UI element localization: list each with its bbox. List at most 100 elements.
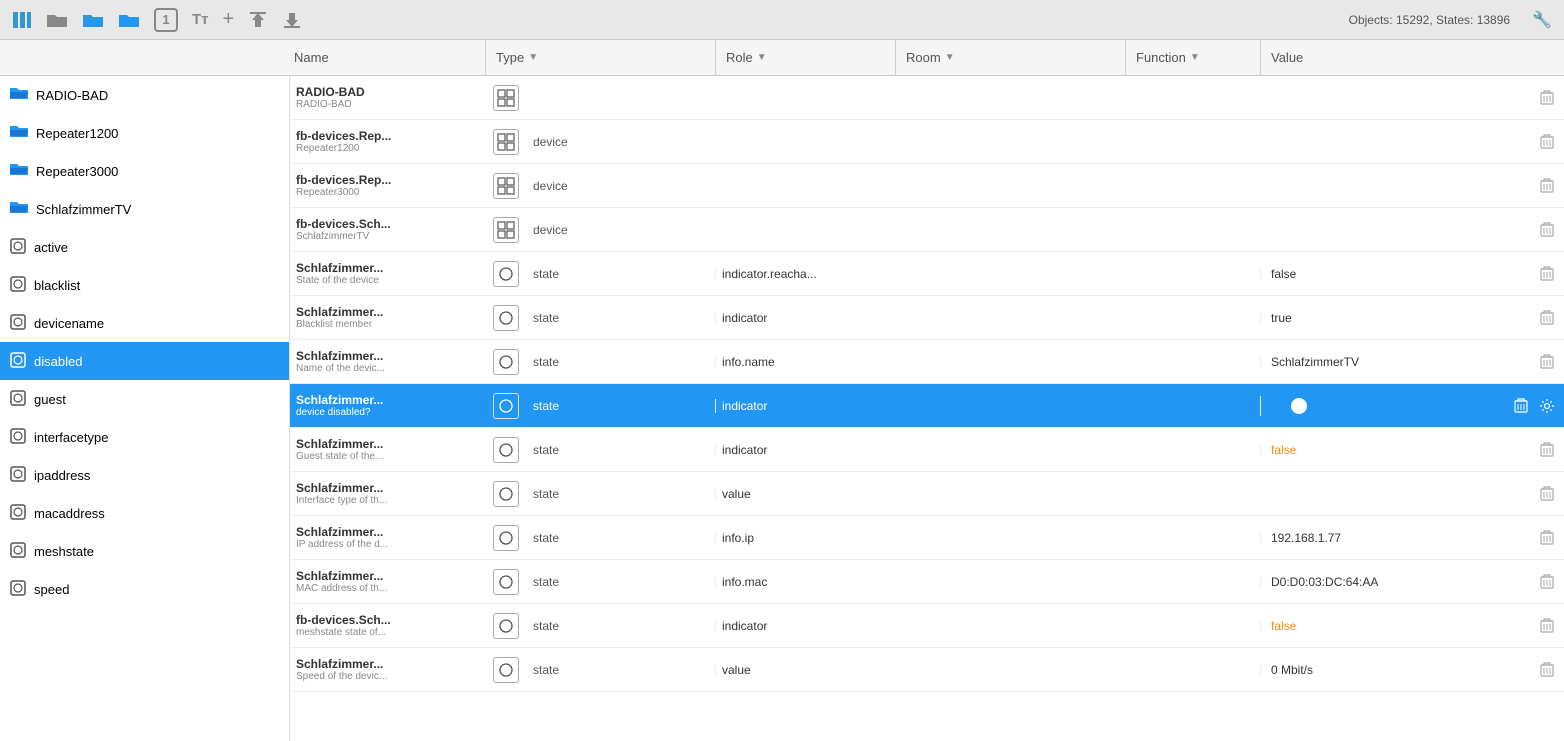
sidebar-item-speed[interactable]: speed [0,570,289,608]
sidebar-item-label-meshstate: meshstate [34,544,94,559]
sidebar-item-devicename[interactable]: devicename [0,304,289,342]
state-icon [493,569,519,595]
table-row[interactable]: fb-devices.Sch...meshstate state of... s… [290,604,1564,648]
delete-button[interactable] [1536,219,1558,241]
value-text: 192.168.1.77 [1271,531,1341,545]
table-row[interactable]: Schlafzimmer...Speed of the devic... sta… [290,648,1564,692]
cell-value: 192.168.1.77 [1260,531,1530,545]
cell-type-label: state [527,663,715,677]
delete-button[interactable] [1536,483,1558,505]
col-header-value: Value [1260,40,1564,75]
cell-role: indicator [715,311,895,325]
toggle-switch[interactable] [1271,396,1309,416]
cell-value: false [1260,267,1530,281]
folder-open-icon[interactable] [82,11,104,29]
cell-name: fb-devices.Rep...Repeater3000 [290,169,485,202]
delete-button[interactable] [1536,307,1558,329]
download-icon[interactable] [282,10,302,30]
row-sub-name: Repeater3000 [296,187,479,198]
cell-type-label: device [527,135,715,149]
cell-type-label: device [527,179,715,193]
add-icon[interactable]: + [223,8,235,31]
table-row[interactable]: Schlafzimmer...device disabled? stateind… [290,384,1564,428]
col-header-room[interactable]: Room ▼ [895,40,1125,75]
sidebar-item-ipaddress[interactable]: ipaddress [0,456,289,494]
delete-button[interactable] [1510,395,1532,417]
cell-role: value [715,663,895,677]
folder-closed-icon[interactable] [46,11,68,29]
sidebar: RADIO-BADRepeater1200Repeater3000 Schlafz… [0,76,290,741]
folder-icon [10,85,28,105]
delete-button[interactable] [1536,131,1558,153]
folder-icon [10,199,28,219]
sidebar-item-interfacetype[interactable]: interfacetype [0,418,289,456]
delete-button[interactable] [1536,263,1558,285]
table-row[interactable]: RADIO-BADRADIO-BAD [290,76,1564,120]
state-icon [10,466,26,485]
sidebar-item-macaddress[interactable]: macaddress [0,494,289,532]
cell-name: Schlafzimmer...Speed of the devic... [290,653,485,686]
sidebar-item-blacklist[interactable]: blacklist [0,266,289,304]
settings-button[interactable] [1536,395,1558,417]
col-header-function[interactable]: Function ▼ [1125,40,1260,75]
state-icon [493,657,519,683]
cell-type-icon [485,481,527,507]
col-header-name[interactable]: Name [290,40,485,75]
state-icon [493,437,519,463]
delete-button[interactable] [1536,527,1558,549]
table-row[interactable]: fb-devices.Rep...Repeater1200 device [290,120,1564,164]
folder-blue-icon[interactable] [118,11,140,29]
delete-button[interactable] [1536,351,1558,373]
table-row[interactable]: fb-devices.Rep...Repeater3000 device [290,164,1564,208]
columns-icon[interactable] [12,10,32,30]
col-header-role[interactable]: Role ▼ [715,40,895,75]
sidebar-item-meshstate[interactable]: meshstate [0,532,289,570]
cell-value: SchlafzimmerTV [1260,355,1530,369]
sidebar-item-repeater1200[interactable]: Repeater1200 [0,114,289,152]
sidebar-item-active[interactable]: active [0,228,289,266]
delete-button[interactable] [1536,571,1558,593]
sidebar-item-label-schlafzimmertv: SchlafzimmerTV [36,202,131,217]
cell-type-icon [485,217,527,243]
cell-type-icon [485,569,527,595]
delete-button[interactable] [1536,175,1558,197]
cell-role: indicator [715,619,895,633]
upload-icon[interactable] [248,10,268,30]
row-sub-name: Name of the devic... [296,363,479,374]
cell-name: Schlafzimmer...device disabled? [290,389,485,422]
settings-icon[interactable]: 🔧 [1532,10,1552,30]
state-icon [10,542,26,561]
sidebar-item-guest[interactable]: guest [0,380,289,418]
table-row[interactable]: Schlafzimmer...Interface type of th... s… [290,472,1564,516]
row-main-name: Schlafzimmer... [296,261,479,275]
table-row[interactable]: Schlafzimmer...Name of the devic... stat… [290,340,1564,384]
cell-name: RADIO-BADRADIO-BAD [290,81,485,114]
delete-button[interactable] [1536,615,1558,637]
table-row[interactable]: Schlafzimmer...Guest state of the... sta… [290,428,1564,472]
table-row[interactable]: Schlafzimmer...MAC address of th... stat… [290,560,1564,604]
delete-button[interactable] [1536,659,1558,681]
table-row[interactable]: Schlafzimmer...Blacklist member stateind… [290,296,1564,340]
badge-1-icon[interactable]: 1 [154,8,178,32]
cell-type-icon [485,129,527,155]
cell-name: Schlafzimmer...Blacklist member [290,301,485,334]
table-row[interactable]: Schlafzimmer...State of the device state… [290,252,1564,296]
cell-name: Schlafzimmer...IP address of the d... [290,521,485,554]
delete-button[interactable] [1536,87,1558,109]
delete-button[interactable] [1536,439,1558,461]
sidebar-item-radio-bad[interactable]: RADIO-BAD [0,76,289,114]
col-header-type[interactable]: Type ▼ [485,40,715,75]
row-main-name: fb-devices.Rep... [296,129,479,143]
cell-name: Schlafzimmer...Guest state of the... [290,433,485,466]
table-row[interactable]: fb-devices.Sch...SchlafzimmerTV device [290,208,1564,252]
cell-actions [1504,395,1564,417]
cell-role: indicator [715,443,895,457]
row-sub-name: SchlafzimmerTV [296,231,479,242]
sidebar-item-schlafzimmertv[interactable]: SchlafzimmerTV [0,190,289,228]
sidebar-item-disabled[interactable]: disabled [0,342,289,380]
sidebar-item-repeater3000[interactable]: Repeater3000 [0,152,289,190]
text-size-icon[interactable]: Tт [192,11,209,28]
row-main-name: fb-devices.Sch... [296,217,479,231]
table-row[interactable]: Schlafzimmer...IP address of the d... st… [290,516,1564,560]
cell-role: indicator [715,399,895,413]
